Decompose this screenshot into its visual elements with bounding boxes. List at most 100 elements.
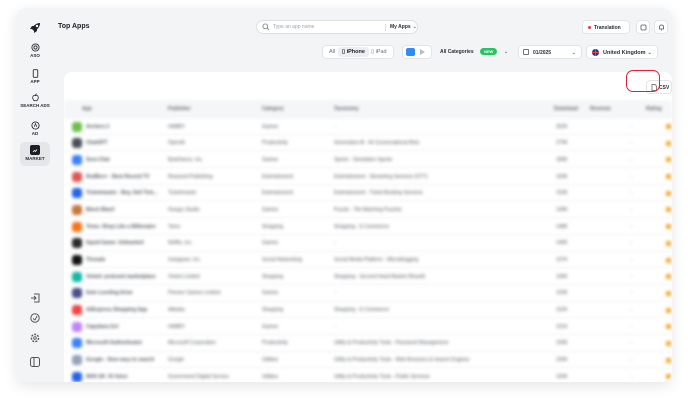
cell-app[interactable]: Squid Game: Unleashed xyxy=(86,240,144,246)
table-row[interactable]: Solo Leveling:Arise Pioneer Games Limited… xyxy=(64,285,672,302)
cell-taxonomy: Social Media Platform - Microblogging xyxy=(334,257,419,263)
cell-app[interactable]: ChatGPT xyxy=(86,140,107,146)
cell-category: Entertainment xyxy=(262,190,294,197)
app-icon xyxy=(72,121,82,132)
cell-taxonomy: Utility & Productivity Tools - Password … xyxy=(334,340,449,347)
cell-app[interactable]: Solo Leveling:Arise xyxy=(86,290,133,296)
collapse-sidebar-icon[interactable] xyxy=(29,356,41,368)
login-icon[interactable] xyxy=(29,292,41,304)
table-row[interactable]: ChatGPT OpenAI Productivity Generative AI -… xyxy=(64,135,672,152)
cell-download: 189K xyxy=(556,156,568,163)
cell-revenue: – xyxy=(630,206,633,213)
copy-button[interactable] xyxy=(636,20,650,34)
cell-app[interactable]: Sora Chat xyxy=(86,157,110,163)
support-icon[interactable] xyxy=(29,312,41,324)
cell-publisher: Vinted Limited xyxy=(168,273,200,280)
cell-app[interactable]: Ticketmaster - Buy, Sell Tick... xyxy=(86,190,157,196)
table-body: Archero 2 HABBY Games – 352K – ChatGPT OpenAI Pr… xyxy=(64,118,672,382)
cell-publisher: OpenAI xyxy=(168,140,185,147)
device-all-option[interactable]: All xyxy=(325,47,339,57)
translation-toggle[interactable]: Translation xyxy=(582,20,630,34)
date-value: 01/2025 xyxy=(533,50,552,56)
sidebar-item-aso[interactable]: ASO xyxy=(20,40,50,64)
sidebar-item-label: SEARCH ADS xyxy=(20,103,50,108)
cell-taxonomy: Shopping - E-Commerce xyxy=(334,223,390,230)
table-row[interactable]: NHS UK: Hi Voice Government Digital Servi… xyxy=(64,368,672,382)
rocket-logo-icon[interactable] xyxy=(27,20,43,36)
country-dropdown[interactable]: United Kingdom ⌄ xyxy=(586,45,658,59)
column-header-rating[interactable]: Rating xyxy=(646,106,662,112)
table-row[interactable]: Temu: Shop Like a Billionaire Temu Shoppin… xyxy=(64,218,672,235)
google-play-icon[interactable] xyxy=(420,49,425,55)
table-row[interactable]: Squid Game: Unleashed Netflix, Inc. Games –… xyxy=(64,235,672,252)
search-input[interactable] xyxy=(273,22,373,32)
market-icon xyxy=(30,145,40,155)
app-icon xyxy=(72,305,82,316)
device-iphone-option[interactable]: ▯ iPhone xyxy=(338,47,369,57)
table-row[interactable]: AliExpress Shopping App Alibaba Shopping Sh… xyxy=(64,302,672,319)
table-row[interactable]: Microsoft Authenticator Microsoft Corpora… xyxy=(64,335,672,352)
sidebar-item-ad[interactable]: AD xyxy=(20,118,50,142)
table-row[interactable]: RedBox+ : Best Record TV Reazand Publishi… xyxy=(64,168,672,185)
category-dropdown[interactable]: All Categories NEW ⌄ xyxy=(440,45,514,59)
cell-download: 103K xyxy=(556,290,568,297)
table-row[interactable]: Block Blast! Hungry Studio Games Puzzle - T… xyxy=(64,201,672,219)
cell-download: 279K xyxy=(556,140,568,147)
cell-app[interactable]: RedBox+ : Best Record TV xyxy=(86,174,150,180)
my-apps-dropdown[interactable]: My Apps ⌄ xyxy=(390,24,417,30)
table-row[interactable]: Capybara Go! HABBY Games – 101K – xyxy=(64,318,672,335)
sidebar-item-market[interactable]: MARKET xyxy=(20,142,50,166)
cell-taxonomy: Generative AI - AI Conversational Bots xyxy=(334,140,420,147)
column-header-publisher[interactable]: Publisher xyxy=(168,106,191,112)
cell-revenue: – xyxy=(630,373,633,380)
column-header-taxonomy[interactable]: Taxonomy xyxy=(334,106,359,112)
sidebar-item-search-ads[interactable]: SEARCH ADS xyxy=(20,90,50,118)
cell-revenue: – xyxy=(630,190,633,197)
app-icon xyxy=(72,204,82,215)
column-header-app[interactable]: App xyxy=(82,106,92,112)
cell-taxonomy: Shopping - E-Commerce xyxy=(334,307,390,314)
cell-app[interactable]: Block Blast! xyxy=(86,207,115,213)
cell-app[interactable]: Temu: Shop Like a Billionaire xyxy=(86,224,156,230)
device-ipad-option[interactable]: ▯ iPad xyxy=(367,47,391,57)
filter-bar: All ▯ iPhone ▯ iPad All Categories NEW ⌄… xyxy=(58,42,662,62)
cell-app[interactable]: Archero 2 xyxy=(86,124,109,130)
cell-app[interactable]: Microsoft Authenticator xyxy=(86,340,142,346)
table-row[interactable]: Google - Now easy to search Google Utiliti… xyxy=(64,352,672,369)
app-store-icon[interactable] xyxy=(406,48,415,56)
column-header-download[interactable]: Download xyxy=(554,106,578,112)
apple-icon xyxy=(31,93,39,102)
sidebar-item-label: MARKET xyxy=(25,156,45,161)
cell-download: 100K xyxy=(556,340,568,347)
cell-app[interactable]: Vinted: preloved marketplace xyxy=(86,274,156,280)
cell-revenue: – xyxy=(630,240,633,247)
cell-taxonomy: Entertainment - Ticket Booking Services xyxy=(334,190,423,197)
settings-gear-icon[interactable] xyxy=(29,332,41,344)
table-row[interactable]: Ticketmaster - Buy, Sell Tick... Ticketma… xyxy=(64,185,672,202)
notifications-button[interactable] xyxy=(654,20,668,34)
cell-app[interactable]: Google - Now easy to search xyxy=(86,357,154,363)
table-row[interactable]: Vinted: preloved marketplace Vinted Limit… xyxy=(64,268,672,285)
cell-app[interactable]: Capybara Go! xyxy=(86,324,119,330)
sidebar-item-app[interactable]: APP xyxy=(20,66,50,90)
column-header-category[interactable]: Category xyxy=(262,106,284,112)
calendar-icon xyxy=(523,49,529,55)
rating-star-icon xyxy=(666,157,671,163)
cell-category: Social Networking xyxy=(262,257,303,263)
cell-app[interactable]: Threads xyxy=(86,257,105,263)
table-row[interactable]: Threads Instagram, Inc. Social Networking S… xyxy=(64,252,672,269)
cell-category: Productivity xyxy=(262,140,288,147)
cell-app[interactable]: AliExpress Shopping App xyxy=(86,307,147,313)
rating-star-icon xyxy=(666,190,671,196)
date-picker[interactable]: 01/2025 ⌄ xyxy=(518,45,582,59)
table-row[interactable]: Sora Chat ByteDance, Inc. Games Sports - Si… xyxy=(64,151,672,169)
cell-app[interactable]: NHS UK: Hi Voice xyxy=(86,374,128,380)
search-icon xyxy=(262,23,270,31)
rating-star-icon xyxy=(666,140,671,146)
cell-download: 107K xyxy=(556,257,568,263)
sidebar-item-label: AD xyxy=(31,131,39,136)
cell-publisher: Temu xyxy=(168,223,181,230)
table-row[interactable]: Archero 2 HABBY Games – 352K – xyxy=(64,118,672,135)
cell-publisher: Hungry Studio xyxy=(168,206,200,213)
column-header-revenue[interactable]: Revenue xyxy=(590,106,611,112)
